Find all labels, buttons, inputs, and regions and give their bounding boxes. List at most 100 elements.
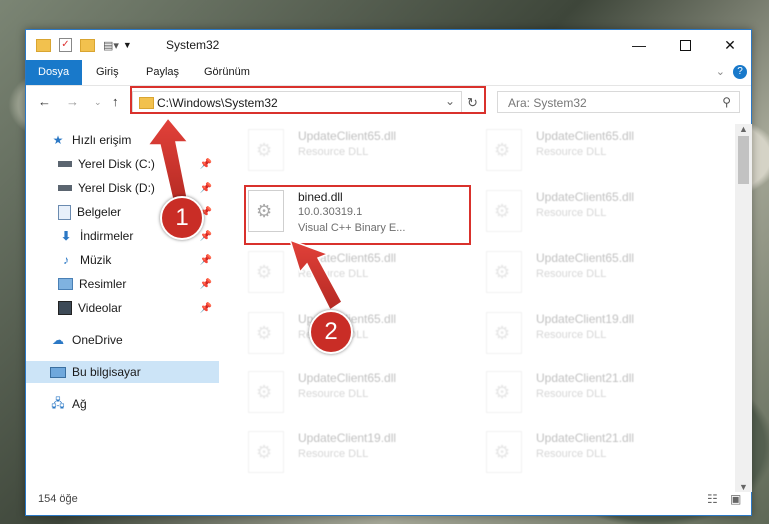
dll-file-icon (486, 371, 522, 413)
dll-file-icon (248, 251, 284, 293)
file-name: UpdateClient65.dll (298, 371, 397, 385)
documents-icon (58, 204, 71, 220)
file-name: UpdateClient21.dll (536, 431, 635, 445)
pin-icon[interactable]: 📌 (200, 279, 212, 290)
sidebar-item-label: OneDrive (72, 333, 123, 347)
tab-giris[interactable]: Giriş (84, 60, 131, 85)
expand-ribbon-icon[interactable]: ⌄ (716, 65, 725, 78)
music-icon: ♪ (63, 253, 69, 267)
ribbon: Dosya Giriş Paylaş Görünüm ⌄ ? (26, 60, 751, 86)
window-title: System32 (166, 38, 220, 52)
scrollbar-thumb[interactable] (738, 136, 749, 184)
sidebar-item-onedrive[interactable]: ☁ OneDrive (50, 329, 243, 351)
title-bar[interactable]: ✓ ▤▾ ▼ System32 — ✕ (26, 30, 751, 60)
forward-arrow-icon[interactable]: → (66, 94, 79, 109)
pin-icon[interactable]: 📌 (200, 159, 212, 170)
file-item[interactable]: UpdateClient65.dll Resource DLL (248, 369, 468, 417)
toolbar-dropdown-icon[interactable]: ▼ (123, 40, 132, 50)
details-view-icon[interactable]: ☷ (707, 492, 718, 506)
sidebar-item-music[interactable]: ♪ Müzik 📌 (58, 249, 218, 271)
computer-icon (50, 366, 66, 378)
file-item[interactable]: UpdateClient65.dll Resource DLL (486, 249, 706, 297)
sidebar-item-quick-access[interactable]: ★ Hızlı erişim (50, 129, 243, 151)
large-icons-view-icon[interactable]: ▣ (730, 492, 741, 506)
close-button[interactable]: ✕ (707, 30, 753, 60)
network-icon: 🖧 (51, 395, 65, 410)
sidebar-item-label: Yerel Disk (D:) (78, 181, 155, 195)
help-icon[interactable]: ? (733, 65, 747, 79)
sidebar-item-label: Müzik (80, 253, 112, 267)
drive-icon (58, 161, 72, 167)
file-type: Resource DLL (536, 146, 607, 158)
file-name: UpdateClient65.dll (536, 251, 635, 265)
callout-badge-2: 2 (309, 310, 353, 354)
close-icon: ✕ (724, 36, 736, 53)
dll-file-icon (248, 312, 284, 354)
recent-locations-icon[interactable]: ⌄ (94, 97, 102, 108)
file-type: Resource DLL (536, 388, 607, 400)
pin-icon[interactable]: 📌 (200, 303, 212, 314)
new-folder-icon[interactable] (80, 38, 95, 52)
file-type: Resource DLL (536, 448, 607, 460)
dll-file-icon (486, 431, 522, 473)
drive-icon (58, 185, 72, 191)
scroll-up-icon[interactable]: ▲ (739, 124, 748, 134)
back-arrow-icon[interactable]: ← (38, 94, 51, 109)
sidebar-item-label: Bu bilgisayar (72, 365, 141, 379)
download-icon: ⬇ (60, 229, 72, 243)
customize-toolbar-icon[interactable]: ▤▾ (103, 39, 119, 52)
sidebar-item-label: Videolar (78, 301, 122, 315)
file-type: Resource DLL (298, 448, 369, 460)
file-name: UpdateClient65.dll (298, 129, 397, 143)
folder-icon[interactable] (36, 38, 51, 52)
search-input[interactable]: Ara: System32 ⚲ (497, 91, 740, 113)
sidebar-item-local-disk-d[interactable]: Yerel Disk (D:) 📌 (58, 177, 218, 199)
properties-icon[interactable]: ✓ (59, 38, 72, 52)
file-name: UpdateClient21.dll (536, 371, 635, 385)
tab-dosya[interactable]: Dosya (26, 60, 82, 85)
file-item[interactable]: UpdateClient19.dll Resource DLL (486, 310, 706, 358)
pin-icon[interactable]: 📌 (200, 231, 212, 242)
sidebar-item-label: Yerel Disk (C:) (78, 157, 155, 171)
file-item[interactable]: UpdateClient65.dll Resource DLL (486, 127, 706, 175)
minimize-icon: — (632, 37, 646, 53)
sidebar-item-label: Belgeler (77, 205, 122, 219)
file-type: Resource DLL (536, 329, 607, 341)
file-item[interactable]: UpdateClient21.dll Resource DLL (486, 369, 706, 417)
dll-file-icon (486, 312, 522, 354)
pictures-icon (58, 278, 73, 290)
file-name: UpdateClient65.dll (536, 190, 635, 204)
up-arrow-icon[interactable]: ↑ (112, 94, 119, 109)
dll-file-icon (248, 129, 284, 171)
sidebar-item-label: Ağ (72, 397, 87, 411)
dll-file-icon (486, 129, 522, 171)
file-name: UpdateClient19.dll (536, 312, 635, 326)
sidebar-item-this-pc[interactable]: Bu bilgisayar (26, 361, 219, 383)
sidebar-item-videos[interactable]: Videolar 📌 (58, 297, 218, 319)
tab-paylas[interactable]: Paylaş (134, 60, 191, 85)
sidebar-item-label: Resimler (79, 277, 127, 291)
dll-file-icon (248, 371, 284, 413)
file-item[interactable]: UpdateClient65.dll Resource DLL (248, 310, 468, 358)
minimize-button[interactable]: — (616, 30, 662, 60)
file-item[interactable]: UpdateClient65.dll Resource DLL (486, 188, 706, 236)
sidebar-item-network[interactable]: 🖧 Ağ (50, 393, 243, 415)
sidebar-item-pictures[interactable]: Resimler 📌 (58, 273, 218, 295)
tab-gorunum[interactable]: Görünüm (192, 60, 262, 85)
file-item[interactable]: UpdateClient65.dll Resource DLL (248, 127, 468, 175)
search-icon: ⚲ (722, 95, 731, 109)
file-item[interactable]: UpdateClient21.dll Resource DLL (486, 429, 706, 477)
pin-icon[interactable]: 📌 (200, 255, 212, 266)
maximize-button[interactable] (662, 30, 708, 60)
pin-icon[interactable]: 📌 (200, 183, 212, 194)
file-item[interactable]: UpdateClient65.dll Resource DLL (248, 249, 468, 297)
quick-access-toolbar: ✓ ▤▾ ▼ (36, 37, 132, 53)
sidebar-item-local-disk-c[interactable]: Yerel Disk (C:) 📌 (58, 153, 218, 175)
scroll-down-icon[interactable]: ▼ (739, 482, 748, 492)
address-highlight-box (130, 86, 486, 114)
file-item[interactable]: UpdateClient19.dll Resource DLL (248, 429, 468, 477)
sidebar-item-label: Hızlı erişim (72, 133, 132, 147)
file-type: Resource DLL (298, 388, 369, 400)
cloud-icon: ☁ (52, 333, 64, 347)
vertical-scrollbar[interactable]: ▲ ▼ (735, 124, 752, 492)
